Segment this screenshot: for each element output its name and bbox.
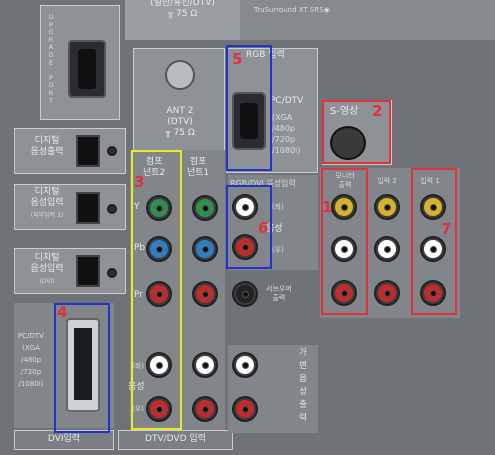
rgb-dvi-audio-left-label: (좌) <box>272 203 284 211</box>
annotation-number-1: 1 <box>322 198 333 216</box>
component-pr-label: Pr <box>134 290 143 300</box>
digital-audio-in2-sub: (외부입력 2) <box>30 212 64 219</box>
annotation-number-5: 5 <box>232 50 243 68</box>
upgrade-port-connector[interactable] <box>68 40 106 98</box>
component2-audio-left-jack[interactable] <box>146 352 172 378</box>
monitor-out-label: 모니터 출력 <box>335 172 355 189</box>
dtv-dvd-input-label: DTV/DVD 입력 <box>145 434 206 444</box>
input2-audio-right-jack[interactable] <box>374 280 400 306</box>
component-pb-label: Pb <box>134 243 146 253</box>
dvi-input-label: DVI입력 <box>47 434 81 444</box>
srs-label: TruSurround XT SRS◉ <box>254 6 330 14</box>
component1-y-jack[interactable] <box>192 195 218 221</box>
component1-pr-jack[interactable] <box>192 281 218 307</box>
digital-audio-out-port[interactable] <box>76 135 100 167</box>
input2-video-jack[interactable] <box>374 194 400 220</box>
dvi-connector[interactable] <box>66 318 100 412</box>
component2-label: 컴포 넌트2 <box>143 157 166 178</box>
input1-audio-right-jack[interactable] <box>420 280 446 306</box>
top-label-line2: ╥ 75 Ω <box>167 9 198 19</box>
variable-audio-right-jack[interactable] <box>232 396 258 422</box>
rgb-dvi-audio-right-label: (우) <box>272 246 284 254</box>
input1-audio-left-jack[interactable] <box>420 236 446 262</box>
component2-pr-jack[interactable] <box>146 281 172 307</box>
screw-icon <box>107 204 117 214</box>
digital-audio-in-dvi-sub: (DVI) <box>39 278 55 285</box>
input2-label: 입력 2 <box>377 177 397 185</box>
component2-pb-jack[interactable] <box>146 236 172 262</box>
component-audio-label: 음성 <box>128 382 145 392</box>
annotation-number-4: 4 <box>57 303 68 321</box>
rgb-vga-connector[interactable] <box>232 92 266 150</box>
rgb-dvi-audio-right-jack[interactable] <box>232 234 258 260</box>
component-audio-right-label: (우) <box>132 405 144 413</box>
variable-audio-out-label: 가 변 음 성 출 력 <box>299 348 307 423</box>
annotation-number-6: 6 <box>258 219 269 237</box>
dvi-pc-dtv-label: PC/DTV (XGA /480p /720p /1080i) <box>18 332 44 388</box>
digital-audio-in2-label: 디지털 음성입력 <box>30 187 64 208</box>
annotation-number-2: 2 <box>372 102 383 120</box>
annotation-number-7: 7 <box>441 220 452 238</box>
component-y-label: Y <box>134 202 140 212</box>
component1-label: 컴포 넌트1 <box>187 157 210 178</box>
subwoofer-out-jack[interactable] <box>232 281 258 307</box>
ant2-connector[interactable] <box>165 60 195 90</box>
variable-audio-left-jack[interactable] <box>232 352 258 378</box>
input1-label: 입력 1 <box>420 177 440 185</box>
screw-icon <box>107 146 117 156</box>
s-video-connector[interactable] <box>330 126 366 160</box>
component2-audio-right-jack[interactable] <box>146 396 172 422</box>
rgb-dvi-audio-left-jack[interactable] <box>232 194 258 220</box>
monitor-out-video-jack[interactable] <box>331 194 357 220</box>
subwoofer-out-label: 서브우퍼 출력 <box>266 285 292 302</box>
rgb-pc-dtv-label: PC/DTV <box>270 96 304 106</box>
annotation-number-3: 3 <box>134 173 145 191</box>
component1-audio-left-jack[interactable] <box>192 352 218 378</box>
digital-audio-out-label: 디지털 음성출력 <box>30 136 64 157</box>
component1-pb-jack[interactable] <box>192 236 218 262</box>
rgb-dvi-audio-label: 음성 <box>266 224 283 234</box>
component1-audio-right-jack[interactable] <box>192 396 218 422</box>
rgb-modes-label: (XGA /480p /720p /1080i) <box>272 113 301 155</box>
screw-icon <box>107 268 117 278</box>
top-label: (일반/유선/DTV) ╥ 75 Ω <box>125 0 240 40</box>
monitor-out-audio-left-jack[interactable] <box>331 236 357 262</box>
monitor-out-audio-right-jack[interactable] <box>331 280 357 306</box>
component2-y-jack[interactable] <box>146 195 172 221</box>
rgb-input-title: RGB 입력 <box>246 50 285 60</box>
digital-audio-in2-port[interactable] <box>76 192 100 224</box>
rgb-dvi-audio-title: RGB/DVI 음성입력 <box>230 179 296 188</box>
input1-video-jack[interactable] <box>420 194 446 220</box>
ant2-label: ANT 2 (DTV) ╥ 75 Ω <box>165 106 195 138</box>
component-audio-left-label: (좌) <box>132 362 144 370</box>
s-video-label: S-영상 <box>330 106 359 117</box>
top-label-line1: (일반/유선/DTV) <box>150 0 215 8</box>
input2-audio-left-jack[interactable] <box>374 236 400 262</box>
digital-audio-in-dvi-port[interactable] <box>76 255 100 287</box>
upgrade-port-label: U P G R A D E P O R T <box>48 13 54 105</box>
digital-audio-in-dvi-label: 디지털 음성입력 <box>30 253 64 274</box>
